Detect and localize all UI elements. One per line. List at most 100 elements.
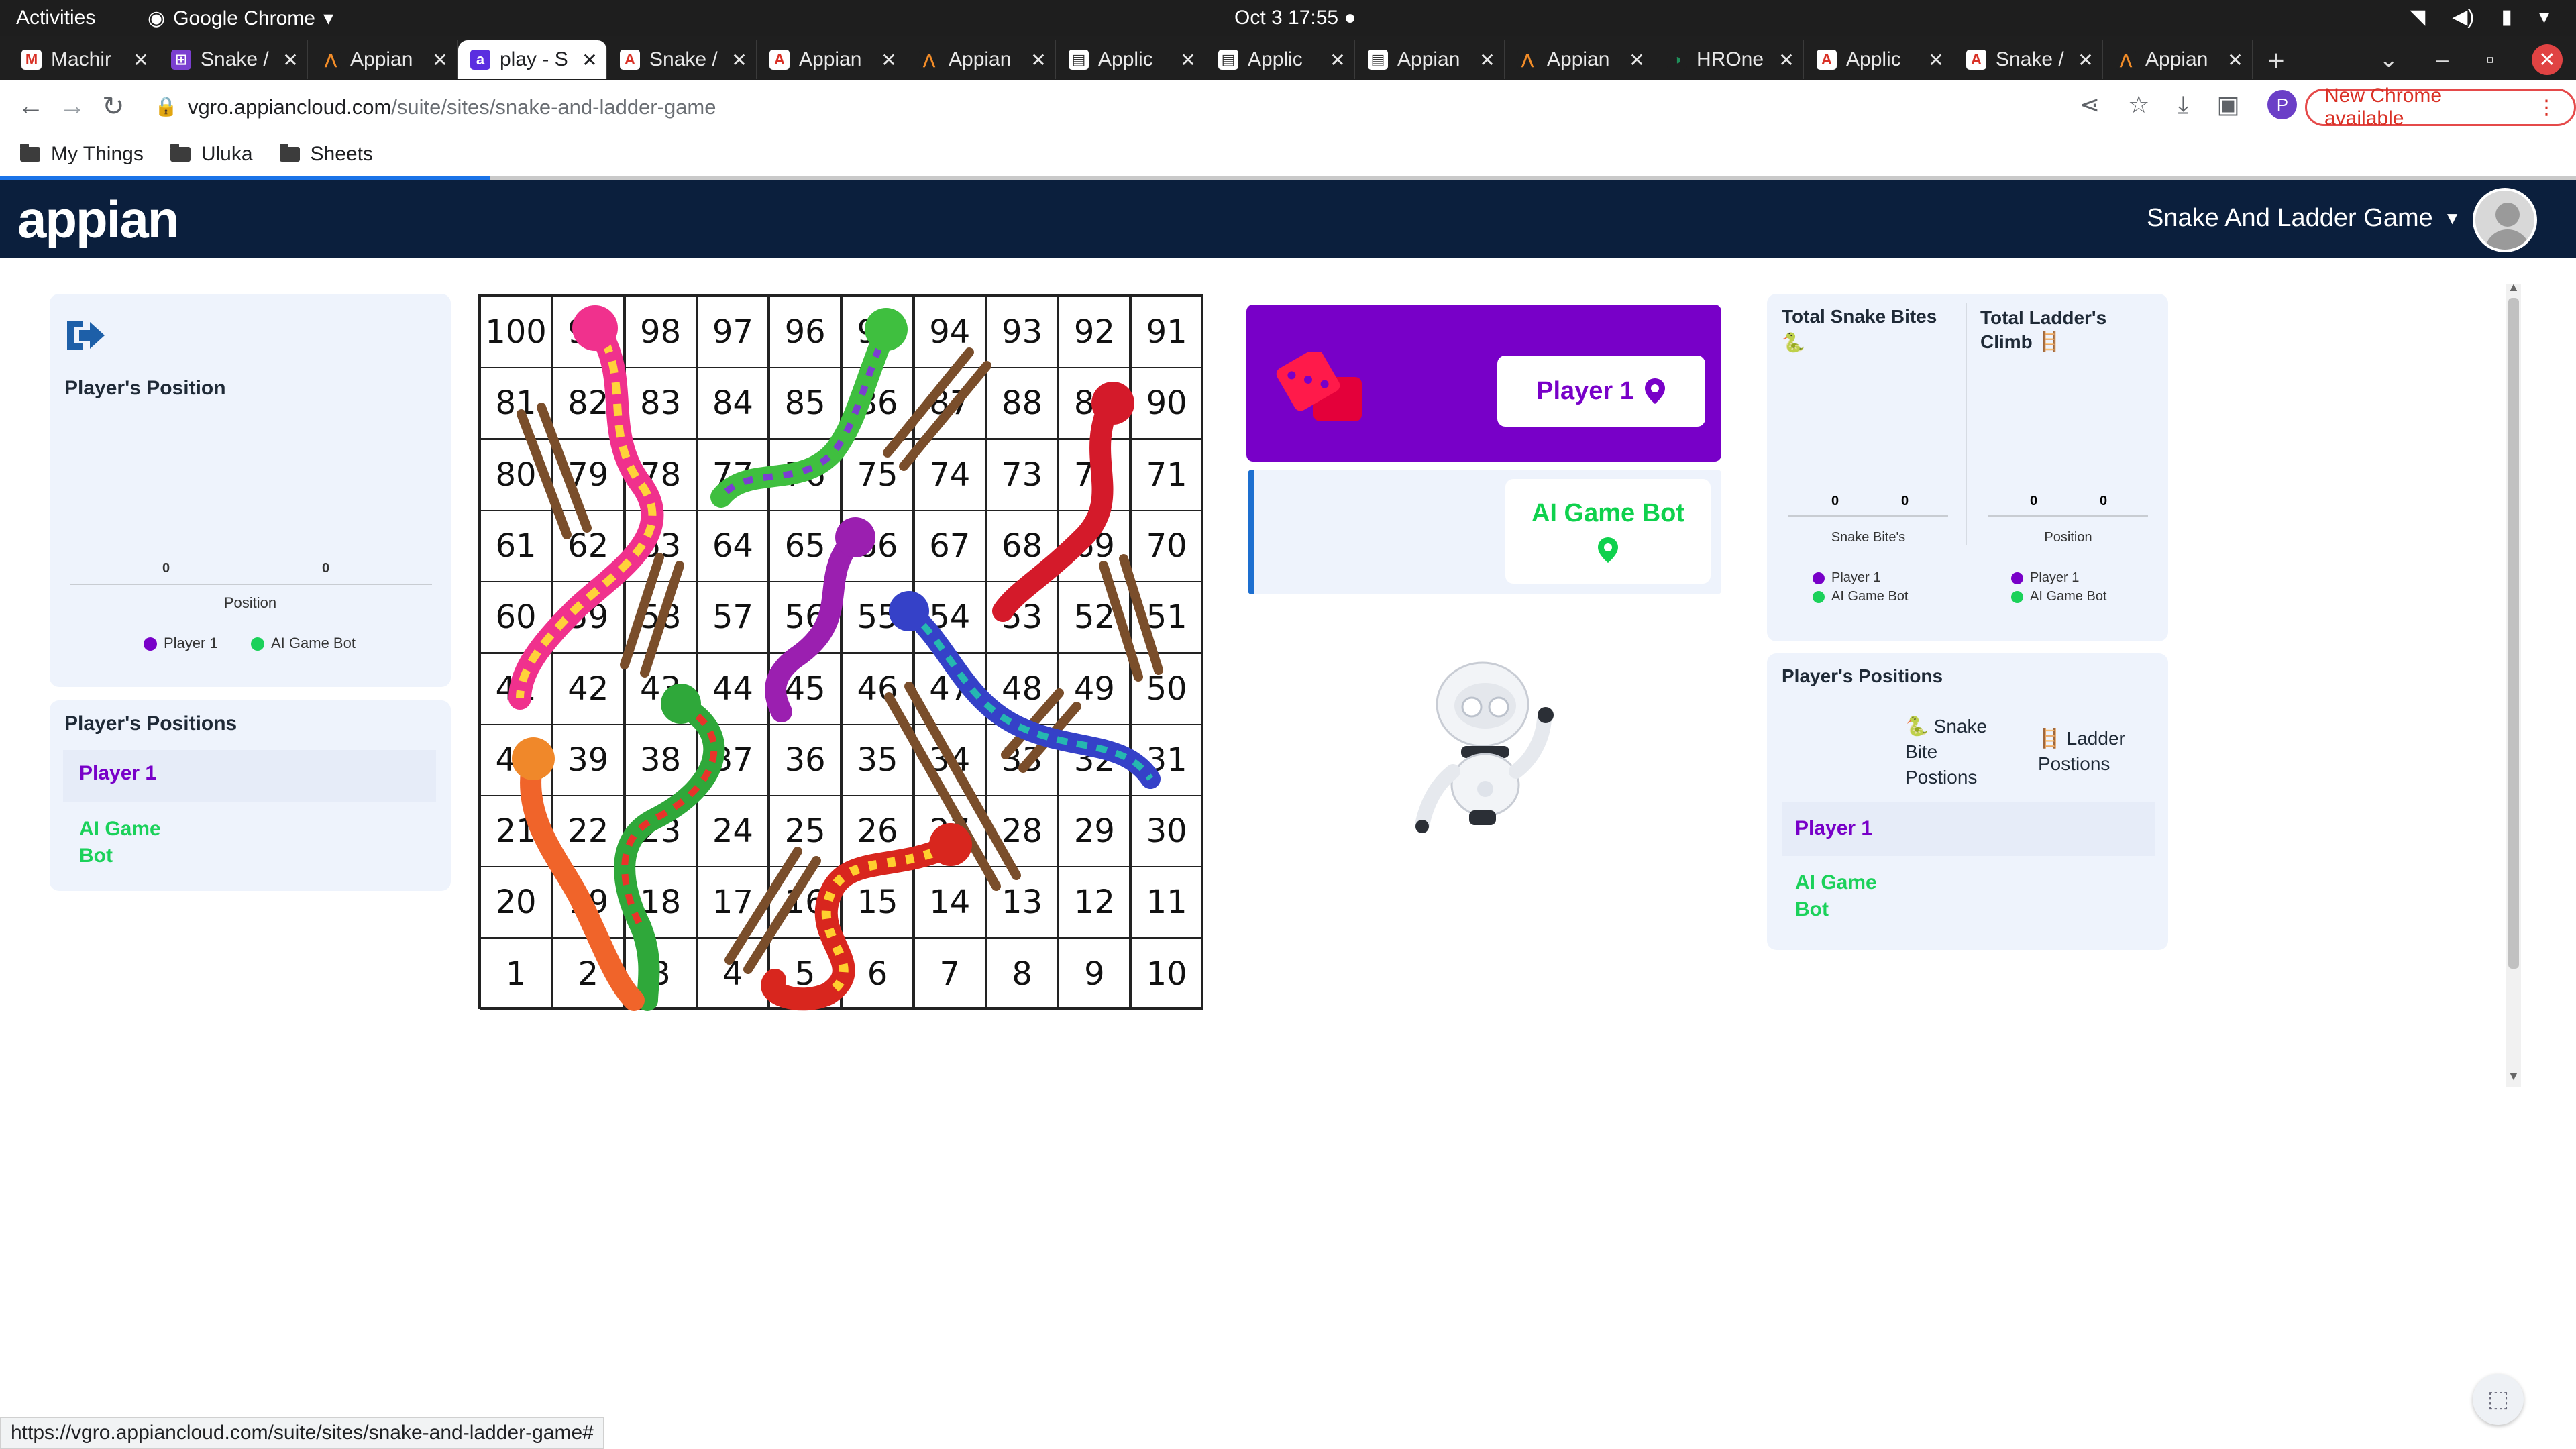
- browser-tab[interactable]: ◑ HROne ✕: [1655, 40, 1804, 79]
- browser-tab[interactable]: A Snake / ✕: [1954, 40, 2103, 79]
- legend-label: Player 1: [1831, 570, 1881, 585]
- folder-icon: [170, 144, 191, 162]
- close-tab-icon[interactable]: ✕: [729, 49, 749, 71]
- forward-icon[interactable]: →: [59, 91, 86, 121]
- lock-icon[interactable]: 🔒: [154, 95, 178, 117]
- close-tab-icon[interactable]: ✕: [131, 49, 151, 71]
- bot-pill[interactable]: AI Game Bot: [1505, 479, 1711, 584]
- browser-tab[interactable]: A Appian ✕: [757, 40, 906, 79]
- board-cell: 90: [1130, 367, 1203, 440]
- board-cell: 11: [1130, 866, 1203, 939]
- new-tab-button[interactable]: +: [2267, 44, 2285, 78]
- board-cell: 10: [1130, 937, 1203, 1010]
- scroll-up-icon[interactable]: ▲: [2508, 280, 2520, 294]
- legend-label: AI Game Bot: [271, 635, 356, 651]
- scrollbar-thumb[interactable]: [2508, 298, 2519, 969]
- back-icon[interactable]: ←: [17, 91, 44, 121]
- address-bar[interactable]: 🔒 vgro.appiancloud.com/suite/sites/snake…: [148, 87, 2033, 127]
- close-tab-icon[interactable]: ✕: [1926, 49, 1946, 71]
- board-cell: 7: [913, 937, 986, 1010]
- legend-bot: AI Game Bot: [251, 635, 356, 652]
- bot-name: AI Game Bot: [1795, 871, 1877, 920]
- ladder-climb-title: Total Ladder's Climb 🪜: [1980, 306, 2155, 354]
- close-tab-icon[interactable]: ✕: [430, 49, 450, 71]
- ladder-emoji-icon: 🪜: [2038, 728, 2061, 749]
- site-title: Snake And Ladder Game: [2147, 204, 2433, 232]
- close-tab-icon[interactable]: ✕: [2076, 49, 2096, 71]
- reload-icon[interactable]: ↻: [102, 91, 125, 122]
- browser-tab[interactable]: ⋀ Appian ✕: [1505, 40, 1654, 79]
- browser-tab[interactable]: ▤ Applic ✕: [1206, 40, 1355, 79]
- browser-tab[interactable]: ⋀ Appian ✕: [907, 40, 1056, 79]
- browser-tab[interactable]: M Machir ✕: [9, 40, 158, 79]
- profile-avatar[interactable]: P: [2267, 90, 2298, 119]
- close-tab-icon[interactable]: ✕: [1028, 49, 1049, 71]
- toolbar-actions: ⋖ ☆ ⤓ ▣ P: [2080, 90, 2298, 119]
- browser-tab[interactable]: A Applic ✕: [1805, 40, 1953, 79]
- site-menu[interactable]: Snake And Ladder Game ▼: [2147, 204, 2461, 233]
- player1-pill[interactable]: Player 1: [1497, 356, 1705, 427]
- exit-icon[interactable]: [63, 317, 106, 354]
- board-cell: 40: [480, 723, 552, 796]
- close-tab-icon[interactable]: ✕: [1477, 49, 1497, 71]
- browser-tab[interactable]: a play - S ✕: [458, 40, 607, 79]
- activities-button[interactable]: Activities: [16, 7, 95, 30]
- browser-tab[interactable]: A Snake / ✕: [608, 40, 757, 79]
- board-cell: 24: [696, 795, 769, 868]
- close-tab-icon[interactable]: ✕: [1627, 49, 1647, 71]
- bookmark-my-things[interactable]: My Things: [20, 143, 144, 166]
- board-cell: 9: [1058, 937, 1131, 1010]
- close-tab-icon[interactable]: ✕: [879, 49, 899, 71]
- tab-title: Snake /: [649, 48, 718, 70]
- browser-tab[interactable]: ⊞ Snake / ✕: [159, 40, 308, 79]
- new-chrome-available-button[interactable]: New Chrome available ⋮: [2305, 85, 2576, 129]
- tab-title: Appian: [1397, 48, 1460, 70]
- chevron-down-icon: ▾: [323, 7, 334, 30]
- player1-name: Player 1: [1795, 817, 1873, 839]
- tab-title: play - S: [500, 48, 568, 70]
- clock[interactable]: Oct 3 17:55 ●: [1234, 7, 1356, 30]
- app-menu[interactable]: ◉ Google Chrome ▾: [148, 7, 333, 30]
- bookmark-star-icon[interactable]: ☆: [2128, 91, 2149, 119]
- restore-icon[interactable]: ▫: [2486, 47, 2494, 73]
- browser-tab[interactable]: ▤ Appian ✕: [1356, 40, 1505, 79]
- close-tab-icon[interactable]: ✕: [2225, 49, 2245, 71]
- minimize-icon[interactable]: –: [2436, 47, 2449, 73]
- board-cell: 43: [624, 652, 697, 725]
- system-tray[interactable]: ◥ ◀) ▮ ▾: [2410, 5, 2549, 29]
- browser-tab[interactable]: ▤ Applic ✕: [1057, 40, 1205, 79]
- scroll-down-icon[interactable]: ▼: [2508, 1069, 2520, 1083]
- doc-icon: ▤: [1069, 50, 1089, 70]
- board-cell: 81: [480, 367, 552, 440]
- board-cell: 15: [841, 866, 914, 939]
- side-panel-icon[interactable]: ▣: [2216, 91, 2239, 119]
- bookmark-uluka[interactable]: Uluka: [170, 143, 253, 166]
- close-tab-icon[interactable]: ✕: [580, 49, 600, 71]
- avatar-body: [2485, 229, 2530, 250]
- close-tab-icon[interactable]: ✕: [280, 49, 301, 71]
- board-cell: 30: [1130, 795, 1203, 868]
- user-avatar[interactable]: [2473, 188, 2537, 252]
- game-board[interactable]: 100 99 98 97 96 95 94 93 92 91 81 82 83 84 85 86 87 88 89 9…: [478, 294, 1203, 1011]
- bookmark-sheets[interactable]: Sheets: [279, 143, 373, 166]
- tab-search-icon[interactable]: ⌄: [2379, 46, 2399, 73]
- dice-icon[interactable]: [1273, 352, 1374, 425]
- close-tab-icon[interactable]: ✕: [1178, 49, 1198, 71]
- feedback-cursor-button[interactable]: ⬚: [2473, 1374, 2524, 1425]
- close-window-button[interactable]: ✕: [2532, 44, 2563, 75]
- close-tab-icon[interactable]: ✕: [1776, 49, 1796, 71]
- board-cell: 17: [696, 866, 769, 939]
- close-tab-icon[interactable]: ✕: [1328, 49, 1348, 71]
- doc-icon: ▤: [1218, 50, 1238, 70]
- browser-tab[interactable]: ⋀ Appian ✕: [2104, 40, 2253, 79]
- appian-logo[interactable]: appian: [17, 189, 179, 250]
- board-cell: 92: [1058, 296, 1131, 368]
- snake-bot-value: 0: [1901, 494, 1909, 508]
- page-scrollbar[interactable]: [2506, 284, 2521, 1087]
- browser-tab[interactable]: ⋀ Appian ✕: [309, 40, 458, 79]
- board-cell: 84: [696, 367, 769, 440]
- board-cell: 25: [769, 795, 842, 868]
- download-icon[interactable]: ⤓: [2178, 91, 2188, 119]
- share-icon[interactable]: ⋖: [2080, 91, 2100, 119]
- os-top-bar: Activities ◉ Google Chrome ▾ Oct 3 17:55…: [0, 0, 2576, 36]
